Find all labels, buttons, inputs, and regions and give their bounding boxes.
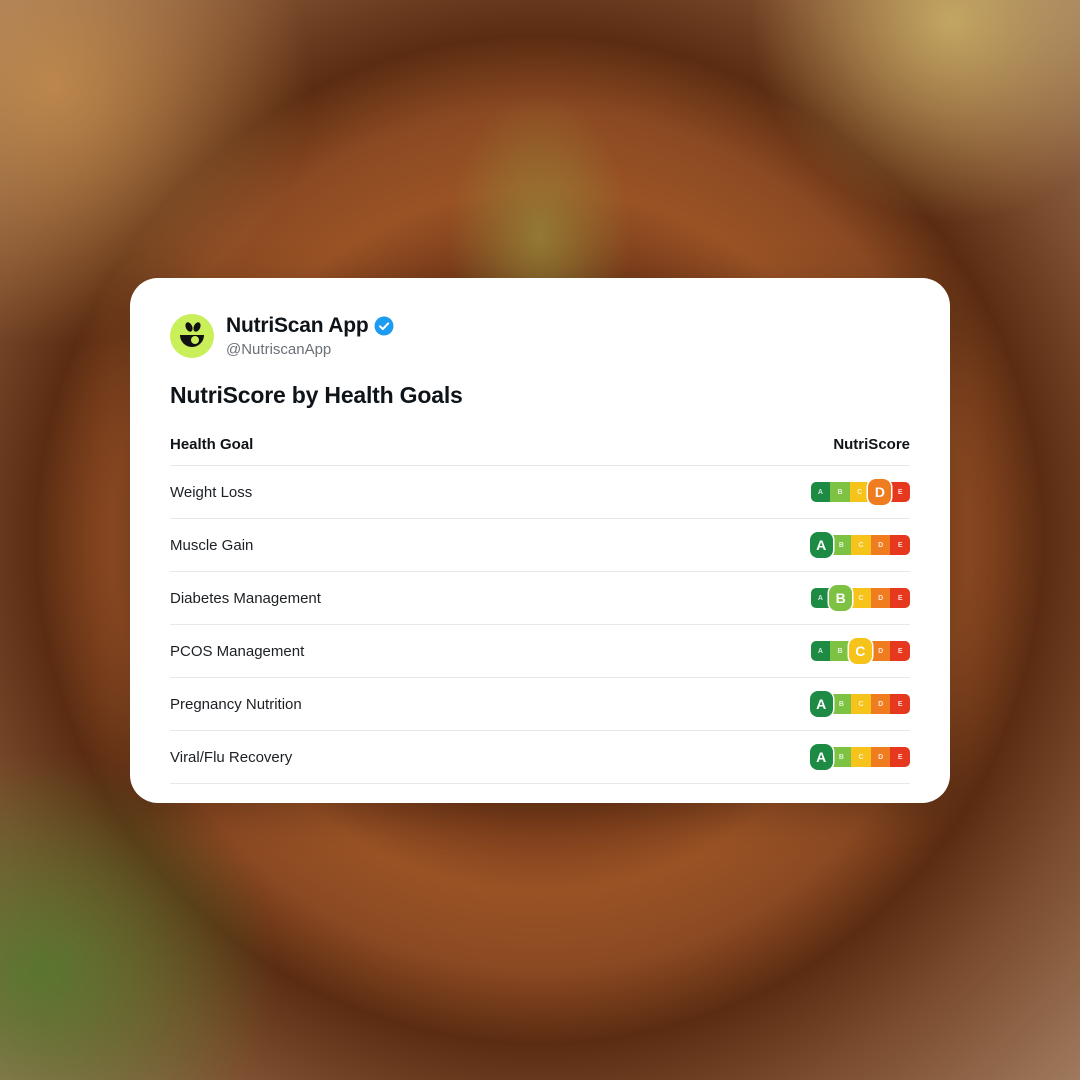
account-handle[interactable]: @NutriscanApp (226, 341, 394, 358)
nutriscore-badge: ABCDE (809, 531, 910, 559)
health-goal-label: Muscle Gain (170, 536, 254, 554)
nutriscore-grade-e: E (890, 535, 910, 555)
display-name[interactable]: NutriScan App (226, 314, 369, 338)
health-goal-label: PCOS Management (170, 642, 305, 660)
nutriscore-badge: ABCDE (809, 743, 910, 771)
nutriscore-grade-a: A (809, 532, 833, 558)
nutriscore-grade-a: A (809, 744, 833, 770)
nutriscore-grade-a: A (810, 482, 831, 502)
nutriscore-table: Health Goal NutriScore Weight Loss A B C D E M… (170, 429, 910, 784)
nutriscore-grade-d: D (870, 694, 891, 714)
nutriscore-grade-b: B (831, 535, 852, 555)
nutriscore-grade-e: E (890, 641, 910, 661)
health-goal-label: Viral/Flu Recovery (170, 748, 293, 766)
table-row: Weight Loss A B C D E (170, 466, 910, 519)
nutriscore-grade-c: C (851, 588, 871, 608)
nutriscore-grade-d: D (870, 535, 891, 555)
nutriscore-badge: ABCDE (810, 584, 910, 612)
post-card: NutriScan App @NutriscanApp NutriScore b… (130, 278, 950, 803)
table-row: PCOS Management A B C D E (170, 625, 910, 678)
table-row: Pregnancy Nutrition A B C D E (170, 678, 910, 731)
nutriscore-grade-b: B (830, 482, 850, 502)
nutriscore-badge: ABCDE (810, 637, 910, 665)
health-goal-label: Diabetes Management (170, 589, 321, 607)
verified-badge-icon (374, 316, 394, 336)
nutriscore-grade-b: B (829, 585, 853, 611)
nutriscore-grade-c: C (851, 747, 871, 767)
nutriscore-badge: ABCDE (809, 690, 910, 718)
nutriscore-grade-b: B (831, 694, 852, 714)
nutriscore-grade-c: C (851, 535, 871, 555)
nutriscore-grade-e: E (890, 747, 910, 767)
nutriscore-grade-a: A (810, 588, 831, 608)
nutriscore-grade-d: D (870, 588, 891, 608)
nutriscore-grade-c: C (848, 638, 872, 664)
nutriscore-grade-d: D (870, 747, 891, 767)
table-row: Muscle Gain A B C D E (170, 519, 910, 572)
profile-header: NutriScan App @NutriscanApp (170, 314, 910, 358)
health-goal-label: Pregnancy Nutrition (170, 695, 302, 713)
nutriscore-badge: ABCDE (810, 478, 910, 506)
health-goal-label: Weight Loss (170, 483, 253, 501)
nutriscore-grade-d: D (870, 641, 891, 661)
nutriscore-grade-b: B (831, 747, 852, 767)
table-row: Diabetes Management A B C D E (170, 572, 910, 625)
nutriscore-grade-c: C (851, 694, 871, 714)
nutriscore-grade-c: C (849, 482, 870, 502)
header-health-goal: Health Goal (170, 435, 254, 453)
nutriscan-logo-icon (180, 322, 204, 347)
nutriscore-grade-d: D (868, 479, 892, 505)
nutriscore-grade-a: A (810, 641, 831, 661)
nutriscore-grade-e: E (890, 482, 910, 502)
header-nutriscore: NutriScore (833, 435, 910, 453)
table-header: Health Goal NutriScore (170, 429, 910, 466)
nutriscore-grade-a: A (809, 691, 833, 717)
avatar[interactable] (170, 314, 214, 358)
nutriscore-grade-e: E (890, 588, 910, 608)
table-row: Viral/Flu Recovery A B C D E (170, 731, 910, 784)
post-title: NutriScore by Health Goals (170, 382, 463, 408)
nutriscore-grade-b: B (830, 641, 850, 661)
nutriscore-grade-e: E (890, 694, 910, 714)
